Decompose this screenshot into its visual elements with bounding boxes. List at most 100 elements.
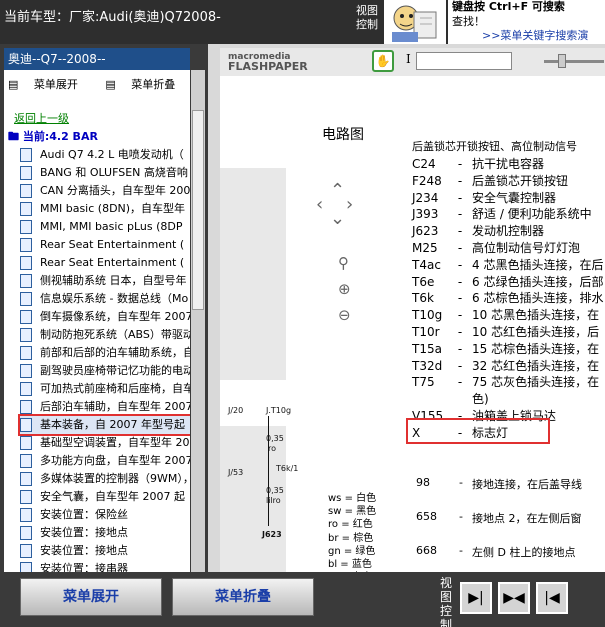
document-icon (20, 202, 32, 216)
zoom-out-icon[interactable]: ⊖ (338, 306, 351, 324)
menu-tree-item-label: BANG 和 OLUFSEN 高烧音响 (40, 166, 188, 179)
menu-tree-item-label: 后部泊车辅助，自车型年 2007 (40, 400, 190, 413)
split-arrows-icon: ▶◀ (503, 590, 525, 606)
document-icon (20, 364, 32, 378)
legend-desc: 高位制动信号灯灯泡 (472, 240, 581, 255)
menu-tree-item[interactable]: 安全气囊，自车型年 2007 起 (20, 488, 190, 506)
wire-color-entry: ro = 红色 (328, 519, 373, 531)
legend-row: 色) (412, 391, 605, 408)
legend-code: J234 (412, 190, 439, 205)
legend-desc: 后盖锁芯开锁按钮 (472, 173, 569, 188)
menu-tree-item[interactable]: 副驾驶员座椅带记忆功能的电动 (20, 362, 190, 380)
ground-code-desc: 接地连接，在后盖导线 (472, 478, 582, 491)
collapse-menu-link[interactable]: ▤ 菜单折叠 (105, 78, 187, 91)
collapse-menu-button[interactable]: 菜单折叠 (172, 578, 314, 616)
document-icon (20, 400, 32, 414)
menu-tree-item-label: 安装位置：保险丝 (40, 508, 128, 521)
legend-row: T75 -75 芯灰色插头连接，在 (412, 374, 605, 391)
zoom-icon[interactable]: ⚲ (338, 254, 349, 272)
legend-dash: - (457, 240, 463, 255)
menu-tree-item[interactable]: Audi Q7 4.2 L 电喷发动机（ (20, 146, 190, 164)
view-split-button[interactable]: ▶◀ (498, 582, 530, 614)
legend-code: T15a (412, 341, 442, 356)
wire-color-entry: sw = 黑色 (328, 506, 377, 518)
document-icon (20, 148, 32, 162)
pan-left-icon[interactable]: ‹ (316, 194, 323, 215)
expand-menu-button[interactable]: 菜单展开 (20, 578, 162, 616)
legend-row: F248- 后盖锁芯开锁按钮 (412, 173, 605, 190)
legend-dash (448, 391, 472, 408)
document-icon (20, 418, 32, 432)
view-right-button[interactable]: ▶| (460, 582, 492, 614)
document-icon (20, 382, 32, 396)
menu-tree-item[interactable]: Rear Seat Entertainment ( (20, 254, 190, 272)
menu-tree-item[interactable]: MMI, MMI basic pLus (8DP (20, 218, 190, 236)
menu-tree-item[interactable]: 侧视辅助系统 日本，自型号年 (20, 272, 190, 290)
menu-tree-item-label: Rear Seat Entertainment ( (40, 256, 185, 269)
expand-menu-link[interactable]: ▤ 菜单展开 (8, 78, 90, 91)
legend-desc: 6 芯绿色插头连接，后部 (472, 274, 604, 289)
menu-scrollbar[interactable] (191, 70, 205, 572)
menu-tree-item[interactable]: 安装位置：接串器 (20, 560, 190, 572)
menu-tree-item[interactable]: 信息娱乐系统 - 数据总线（Mo (20, 290, 190, 308)
text-select-icon[interactable]: I (406, 52, 411, 66)
menu-tree-item[interactable]: 可加热式前座椅和后座椅，自车 (20, 380, 190, 398)
menu-tree-item-label: 安装位置：接串器 (40, 562, 128, 572)
menu-tree-item[interactable]: 多媒体装置的控制器（9WM）， (20, 470, 190, 488)
zoom-slider-handle[interactable] (558, 54, 566, 68)
code-dash: - (459, 476, 463, 489)
legend-row: C24 - 抗干扰电容器 (412, 156, 605, 173)
legend-desc: 舒适 / 便利功能系统中 (472, 207, 592, 222)
document-icon (20, 238, 32, 252)
pan-right-icon[interactable]: › (346, 194, 353, 215)
legend-code: T4ac (412, 257, 441, 272)
schem-label: J/20 (228, 406, 244, 415)
menu-tree-item[interactable]: Rear Seat Entertainment ( (20, 236, 190, 254)
view-left-button[interactable]: |◀ (536, 582, 568, 614)
document-icon (20, 274, 32, 288)
menu-tree-item[interactable]: CAN 分离插头，自车型年 200 (20, 182, 190, 200)
wire-color-entry: br = 棕色 (328, 532, 374, 544)
menu-tree-item[interactable]: 制动防抱死系统（ABS）带驱动 (20, 326, 190, 344)
legend-row: T4ac -4 芯黑色插头连接，在后 (412, 257, 605, 274)
menu-tree-item[interactable]: 安装位置：保险丝 (20, 506, 190, 524)
menu-tree-item-label: 多媒体装置的控制器（9WM）， (40, 472, 190, 485)
legend-desc: 10 芯红色插头连接，后 (472, 324, 600, 339)
menu-tree-item[interactable]: BANG 和 OLUFSEN 高烧音响 (20, 164, 190, 182)
schem-label: T6k/1 (276, 464, 299, 473)
schem-label: J623 (262, 530, 282, 539)
menu-tree-item[interactable]: 倒车摄像系统，自车型年 2007 (20, 308, 190, 326)
pan-down-icon[interactable]: ⌄ (330, 208, 345, 229)
legend-row: T10r -10 芯红色插头连接，后 (412, 324, 605, 341)
menu-tree-item[interactable]: 基础型空调装置，自车型年 200 (20, 434, 190, 452)
menu-tree-item[interactable]: 多功能方向盘，自车型年 2007 (20, 452, 190, 470)
document-icon (20, 490, 32, 504)
schem-label: lilro (266, 496, 281, 505)
top-bar: 当前车型：厂家:Audi(奥迪)Q72008- 视图控制 键盘按 Ctrl+F … (0, 0, 605, 44)
legend-desc: 75 芯灰色插头连接，在 (472, 375, 600, 390)
legend-desc: 抗干扰电容器 (472, 157, 545, 171)
legend-desc: 安全气囊控制器 (472, 190, 557, 205)
zoom-in-icon[interactable]: ⊕ (338, 280, 351, 298)
menu-tree-item-label: MMI basic (8DN)，自车型年 (40, 202, 186, 215)
document-icon (20, 562, 32, 572)
menu-tree-item-label: Audi Q7 4.2 L 电喷发动机（ (40, 148, 184, 161)
menu-tree-item[interactable]: 前部和后部的泊车辅助系统，自 (20, 344, 190, 362)
menu-tree-item[interactable]: 基本装备，自 2007 年型号起 (18, 414, 190, 436)
page-number-input[interactable] (416, 52, 512, 70)
menu-tree-item[interactable]: 安装位置：接地点 (20, 542, 190, 560)
search-tutorial-link[interactable]: >>菜单关键字搜索演 (482, 27, 588, 43)
menu-tree-area: ▤ 菜单展开 ▤ 菜单折叠 返回上一级 🖿 当前:4.2 BAR Audi Q7… (4, 70, 190, 572)
menu-tree-item[interactable]: 安装位置：接地点 (20, 524, 190, 542)
pan-up-icon[interactable]: ⌃ (330, 180, 345, 201)
menu-tree-item-label: CAN 分离插头，自车型年 200 (40, 184, 190, 197)
menu-icon: ▤ (105, 78, 120, 91)
scrollbar-thumb[interactable] (192, 110, 204, 310)
hand-tool-icon[interactable]: ✋ (372, 50, 394, 72)
menu-tree-item[interactable]: MMI basic (8DN)，自车型年 (20, 200, 190, 218)
document-icon (20, 472, 32, 486)
menu-tree-item[interactable]: 后部泊车辅助，自车型年 2007 (20, 398, 190, 416)
back-link[interactable]: 返回上一级 (14, 110, 69, 126)
zoom-slider-track[interactable] (544, 60, 604, 63)
legend-dash: - (457, 308, 463, 323)
